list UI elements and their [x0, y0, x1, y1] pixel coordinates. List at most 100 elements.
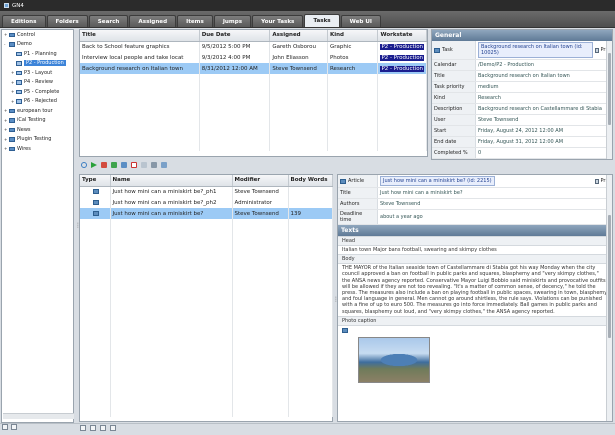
tree-item[interactable]: + Plugin Testing — [2, 135, 73, 145]
tab-folders[interactable]: Folders — [46, 15, 88, 27]
empty-cell — [327, 96, 379, 107]
tasks-column-header[interactable]: Workstate — [377, 30, 427, 42]
tree-item[interactable]: + Wires — [2, 144, 73, 154]
empty-cell — [232, 329, 289, 340]
empty-cell — [80, 129, 200, 140]
task-row[interactable]: Back to School feature graphics 9/5/2012 … — [80, 41, 427, 52]
tree-item[interactable]: + european tour — [2, 106, 73, 116]
story-name-cell: Just how mini can a miniskirt be?_ph2 — [110, 197, 233, 208]
task-row[interactable]: Background research on Italian town 8/31/… — [80, 63, 427, 74]
tasks-column-header[interactable]: Assigned — [269, 30, 328, 42]
empty-row — [80, 74, 427, 85]
article-vscrollbar[interactable] — [606, 175, 612, 421]
empty-cell — [269, 74, 328, 85]
tree-item-label: P2 - Production — [24, 60, 66, 67]
tree-item[interactable]: - Demo — [2, 40, 73, 50]
task-row[interactable]: Interview local people and take locat 9/3… — [80, 52, 427, 63]
tab-tasks[interactable]: Tasks — [304, 14, 340, 27]
general-key: Task priority — [432, 82, 476, 92]
empty-cell — [232, 296, 289, 307]
folder-icon — [16, 80, 22, 85]
empty-cell — [80, 340, 111, 351]
stories-column-header[interactable]: Name — [110, 175, 233, 187]
general-key: Description — [432, 104, 476, 114]
general-value: Background research on Castellammare di … — [478, 106, 602, 112]
edit-icon[interactable] — [141, 162, 147, 168]
tasks-column-header[interactable]: Title — [80, 30, 200, 42]
article-photo — [358, 336, 430, 383]
tree-item[interactable]: P1 - Planning — [2, 49, 73, 59]
folder-icon — [16, 51, 22, 56]
tree-item[interactable]: + iCal Testing — [2, 116, 73, 126]
tree-hscrollbar[interactable] — [3, 413, 74, 419]
forward-icon[interactable] — [101, 162, 107, 168]
general-row: Calendar/Demo/P2 - Production — [432, 60, 612, 71]
general-row: User Steve Townsend — [432, 115, 612, 126]
empty-cell — [110, 241, 233, 252]
article-link[interactable]: Just how mini can a miniskirt be? (id: 2… — [380, 176, 495, 186]
tasks-column-header[interactable]: Due Date — [199, 30, 271, 42]
empty-cell — [288, 340, 333, 351]
tab-assigned[interactable]: Assigned — [129, 15, 177, 27]
empty-cell — [110, 384, 233, 395]
story-modifier-cell: Steve Townsend — [232, 186, 289, 197]
general-value: Research — [478, 95, 501, 101]
image-icon — [342, 327, 348, 333]
empty-cell — [232, 241, 289, 252]
empty-cell — [232, 230, 289, 241]
empty-cell — [288, 329, 333, 340]
tab-web-ui[interactable]: Web UI — [340, 15, 381, 27]
tree-item[interactable]: + News — [2, 125, 73, 135]
refresh-icon[interactable] — [81, 162, 87, 168]
tree-filter-icon[interactable] — [11, 424, 17, 430]
settings-icon[interactable] — [161, 162, 167, 168]
task-link[interactable]: Background research on Italian town (id:… — [478, 42, 593, 58]
open-icon[interactable] — [121, 162, 127, 168]
checklist-icon[interactable] — [131, 162, 137, 168]
view-icon[interactable] — [80, 425, 86, 431]
check-icon[interactable] — [90, 425, 96, 431]
tree-item[interactable]: + Control — [2, 30, 73, 40]
general-value: /Demo/P2 - Production — [478, 62, 535, 68]
empty-cell — [269, 85, 328, 96]
empty-cell — [269, 107, 328, 118]
stories-column-header[interactable]: Body Words — [288, 175, 333, 187]
empty-cell — [288, 362, 333, 373]
tab-editions[interactable]: Editions — [2, 15, 46, 27]
tab-your-tasks[interactable]: Your Tasks — [252, 15, 304, 27]
tab-jumps[interactable]: Jumps — [213, 15, 252, 27]
empty-cell — [199, 107, 271, 118]
back-icon[interactable] — [111, 162, 117, 168]
layout-icon[interactable] — [100, 425, 106, 431]
play-icon[interactable] — [91, 162, 97, 168]
tree-item[interactable]: + P6 - Rejected — [2, 97, 73, 107]
tree-item[interactable]: + P3 - Layout — [2, 68, 73, 78]
tasks-column-header[interactable]: Kind — [327, 30, 379, 42]
tab-search[interactable]: Search — [88, 15, 129, 27]
general-row: Completed % 0 — [432, 148, 612, 159]
print-icon[interactable] — [151, 162, 157, 168]
tree-collapse-icon[interactable] — [2, 424, 8, 430]
stories-column-header[interactable]: Modifier — [232, 175, 289, 187]
story-name-cell: Just how mini can a miniskirt be? — [110, 208, 233, 219]
story-row[interactable]: Just how mini can a miniskirt be?_ph1 Ste… — [80, 186, 333, 197]
general-row: Kind Research — [432, 93, 612, 104]
story-row[interactable]: Just how mini can a miniskirt be? Steve T… — [80, 208, 333, 219]
tree-item[interactable]: + P4 - Review — [2, 78, 73, 88]
empty-cell — [199, 96, 271, 107]
tree-item[interactable]: P2 - Production — [2, 59, 73, 69]
story-type-cell — [80, 186, 111, 197]
texts-header: Texts — [338, 225, 612, 236]
empty-cell — [80, 241, 111, 252]
tree-item[interactable]: + P5 - Complete — [2, 87, 73, 97]
story-words-cell — [288, 186, 333, 197]
empty-cell — [80, 85, 200, 96]
general-key: Title — [432, 71, 476, 81]
export-icon[interactable] — [110, 425, 116, 431]
general-vscrollbar[interactable] — [606, 41, 612, 159]
general-key: Completed % — [432, 148, 476, 158]
general-row: End date Friday, August 31, 2012 12:00 AM — [432, 137, 612, 148]
stories-column-header[interactable]: Type — [80, 175, 111, 187]
story-row[interactable]: Just how mini can a miniskirt be?_ph2 Adm… — [80, 197, 333, 208]
tab-items[interactable]: Items — [177, 15, 213, 27]
